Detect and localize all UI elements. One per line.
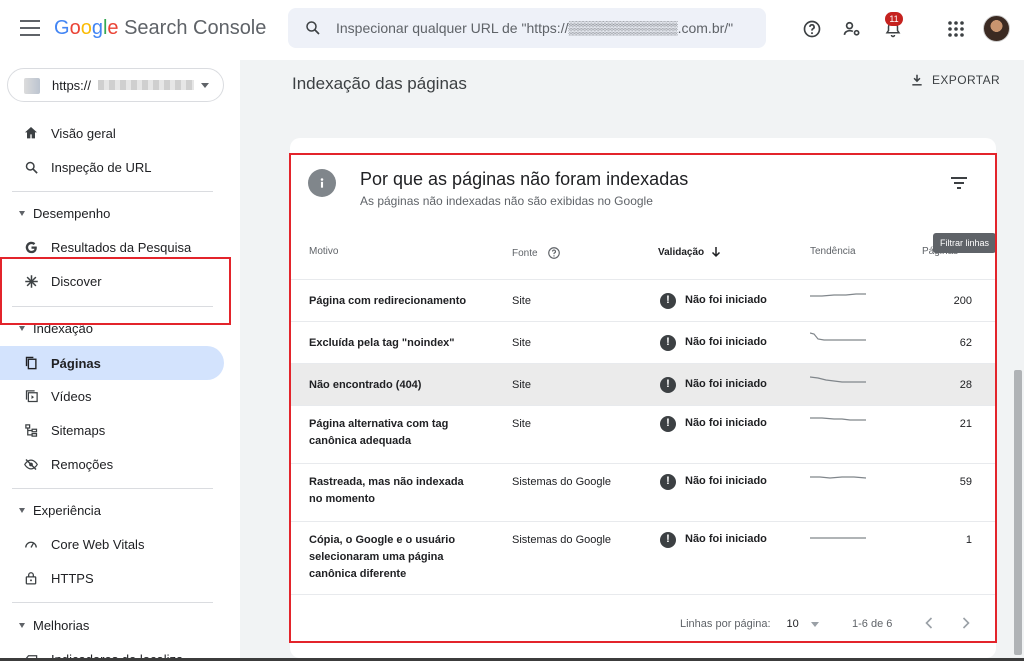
collapse-triangle-icon (19, 210, 25, 216)
property-url-redacted (98, 80, 194, 90)
sidebar-item-pages[interactable]: Páginas (0, 346, 224, 380)
eye-off-icon (22, 455, 40, 473)
search-input[interactable] (336, 8, 756, 48)
notification-count-badge: 11 (885, 12, 903, 26)
property-selector[interactable]: https:// (7, 68, 224, 102)
sidebar-item-sitemaps[interactable]: Sitemaps (0, 413, 224, 447)
export-button[interactable]: EXPORTAR (910, 72, 1000, 88)
help-icon[interactable] (801, 18, 823, 40)
sidebar-divider (12, 191, 213, 192)
account-avatar[interactable] (983, 15, 1010, 42)
pages-icon (22, 354, 40, 372)
video-icon (22, 387, 40, 405)
collapse-triangle-icon (19, 622, 25, 628)
sidebar-item-core-web-vitals[interactable]: Core Web Vitals (0, 527, 224, 561)
brand-logo[interactable]: Google Search Console (54, 17, 266, 40)
sidebar-nav: https:// Visão geral Inspeção de URL Des… (0, 60, 240, 661)
sidebar-item-overview[interactable]: Visão geral (0, 116, 224, 150)
apps-icon[interactable] (945, 18, 967, 40)
sidebar-item-removals[interactable]: Remoções (0, 447, 224, 481)
download-icon (912, 74, 922, 86)
sitemap-icon (22, 421, 40, 439)
page-title: Indexação das páginas (292, 74, 467, 93)
section-experience[interactable]: Experiência (0, 495, 224, 525)
section-performance[interactable]: Desempenho (0, 198, 224, 228)
home-icon (22, 124, 40, 142)
property-favicon (24, 78, 40, 94)
sidebar-divider (12, 488, 213, 489)
search-icon (22, 158, 40, 176)
scrollbar-thumb[interactable] (1014, 370, 1022, 655)
collapse-triangle-icon (19, 325, 25, 331)
sidebar-item-url-inspection[interactable]: Inspeção de URL (0, 150, 224, 184)
highlight-annotation-card (289, 153, 997, 643)
section-enhancements[interactable]: Melhorias (0, 610, 224, 640)
url-inspection-search[interactable] (288, 8, 766, 48)
manage-users-icon[interactable] (841, 18, 863, 40)
top-app-bar: Google Search Console 11 (0, 0, 1024, 60)
sidebar-item-videos[interactable]: Vídeos (0, 379, 224, 413)
collapse-triangle-icon (19, 507, 25, 513)
chevron-down-icon (201, 83, 209, 88)
search-icon (306, 21, 320, 35)
menu-icon[interactable] (20, 20, 40, 36)
sidebar-divider (12, 602, 213, 603)
highlight-annotation-sidebar (0, 257, 231, 325)
google-g-icon (22, 238, 40, 256)
lock-icon (22, 569, 40, 587)
gauge-icon (22, 535, 40, 553)
property-url: https:// (52, 78, 92, 93)
sidebar-item-https[interactable]: HTTPS (0, 561, 224, 595)
